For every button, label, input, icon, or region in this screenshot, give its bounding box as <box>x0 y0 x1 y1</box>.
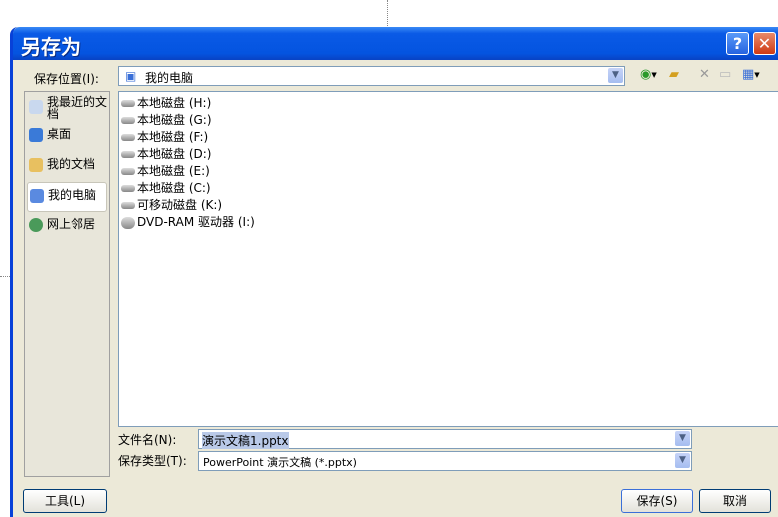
dvd-drive-icon <box>121 216 135 229</box>
documents-icon <box>29 158 43 172</box>
list-item[interactable]: 本地磁盘 (F:) <box>121 128 208 144</box>
sidebar-item-my-computer[interactable]: 我的电脑 <box>27 182 107 212</box>
guide-line <box>387 0 388 26</box>
chevron-down-icon[interactable]: ▼ <box>608 68 623 83</box>
drive-icon <box>121 151 135 158</box>
back-icon[interactable]: ◉▾ <box>640 67 657 82</box>
removable-drive-icon <box>121 202 135 209</box>
location-value: 我的电脑 <box>145 71 194 85</box>
drive-icon <box>121 134 135 141</box>
computer-icon: ▣ <box>125 69 137 83</box>
list-item[interactable]: 可移动磁盘 (K:) <box>121 196 222 212</box>
save-button[interactable]: 保存(S) <box>621 489 693 513</box>
delete-icon[interactable]: ✕ <box>699 67 710 82</box>
chevron-down-icon[interactable]: ▼ <box>675 453 690 468</box>
views-icon[interactable]: ▦▾ <box>742 67 760 82</box>
filetype-select[interactable]: PowerPoint 演示文稿 (*.pptx) ▼ <box>198 451 692 471</box>
drive-icon <box>121 100 135 107</box>
drive-icon <box>121 185 135 192</box>
recent-icon <box>29 100 43 114</box>
up-folder-icon[interactable]: ▰ <box>669 67 679 82</box>
network-icon <box>29 218 43 232</box>
desktop-icon <box>29 128 43 142</box>
sidebar-item-desktop[interactable]: 桌面 <box>27 122 105 150</box>
location-combo[interactable]: ▣ 我的电脑 ▼ <box>118 66 625 86</box>
cancel-button[interactable]: 取消 <box>699 489 771 513</box>
new-folder-icon[interactable]: ▭ <box>719 67 731 82</box>
list-item[interactable]: 本地磁盘 (H:) <box>121 94 211 110</box>
sidebar-item-recent[interactable]: 我最近的文档 <box>27 94 107 122</box>
list-item[interactable]: 本地磁盘 (E:) <box>121 162 210 178</box>
dialog-title: 另存为 <box>21 35 81 59</box>
filename-input[interactable]: 演示文稿1.pptx ▼ <box>198 429 692 449</box>
places-bar: 我最近的文档 桌面 我的文档 我的电脑 网上邻居 <box>24 91 110 477</box>
list-item[interactable]: 本地磁盘 (D:) <box>121 145 211 161</box>
tools-button[interactable]: 工具(L) <box>23 489 107 513</box>
help-button[interactable]: ? <box>726 32 749 55</box>
sidebar-item-network[interactable]: 网上邻居 <box>27 212 105 240</box>
drive-icon <box>121 117 135 124</box>
list-item[interactable]: 本地磁盘 (G:) <box>121 111 212 127</box>
filetype-label: 保存类型(T): <box>118 454 187 468</box>
title-bar[interactable]: 另存为 ? ✕ <box>13 27 778 60</box>
drive-icon <box>121 168 135 175</box>
list-item[interactable]: 本地磁盘 (C:) <box>121 179 211 195</box>
sidebar-item-documents[interactable]: 我的文档 <box>27 152 105 180</box>
file-list[interactable]: 本地磁盘 (H:) 本地磁盘 (G:) 本地磁盘 (F:) 本地磁盘 (D:) … <box>118 91 778 427</box>
save-as-dialog: 另存为 ? ✕ 保存位置(I): ▣ 我的电脑 ▼ ◉▾ ▰ ✕ ▭ ▦▾ 我最… <box>10 27 778 517</box>
close-button[interactable]: ✕ <box>753 32 776 55</box>
location-label: 保存位置(I): <box>34 72 99 86</box>
computer-icon <box>30 189 44 203</box>
chevron-down-icon[interactable]: ▼ <box>675 431 690 446</box>
filename-label: 文件名(N): <box>118 433 177 447</box>
guide-line <box>0 276 10 277</box>
list-item[interactable]: DVD-RAM 驱动器 (I:) <box>121 213 255 229</box>
